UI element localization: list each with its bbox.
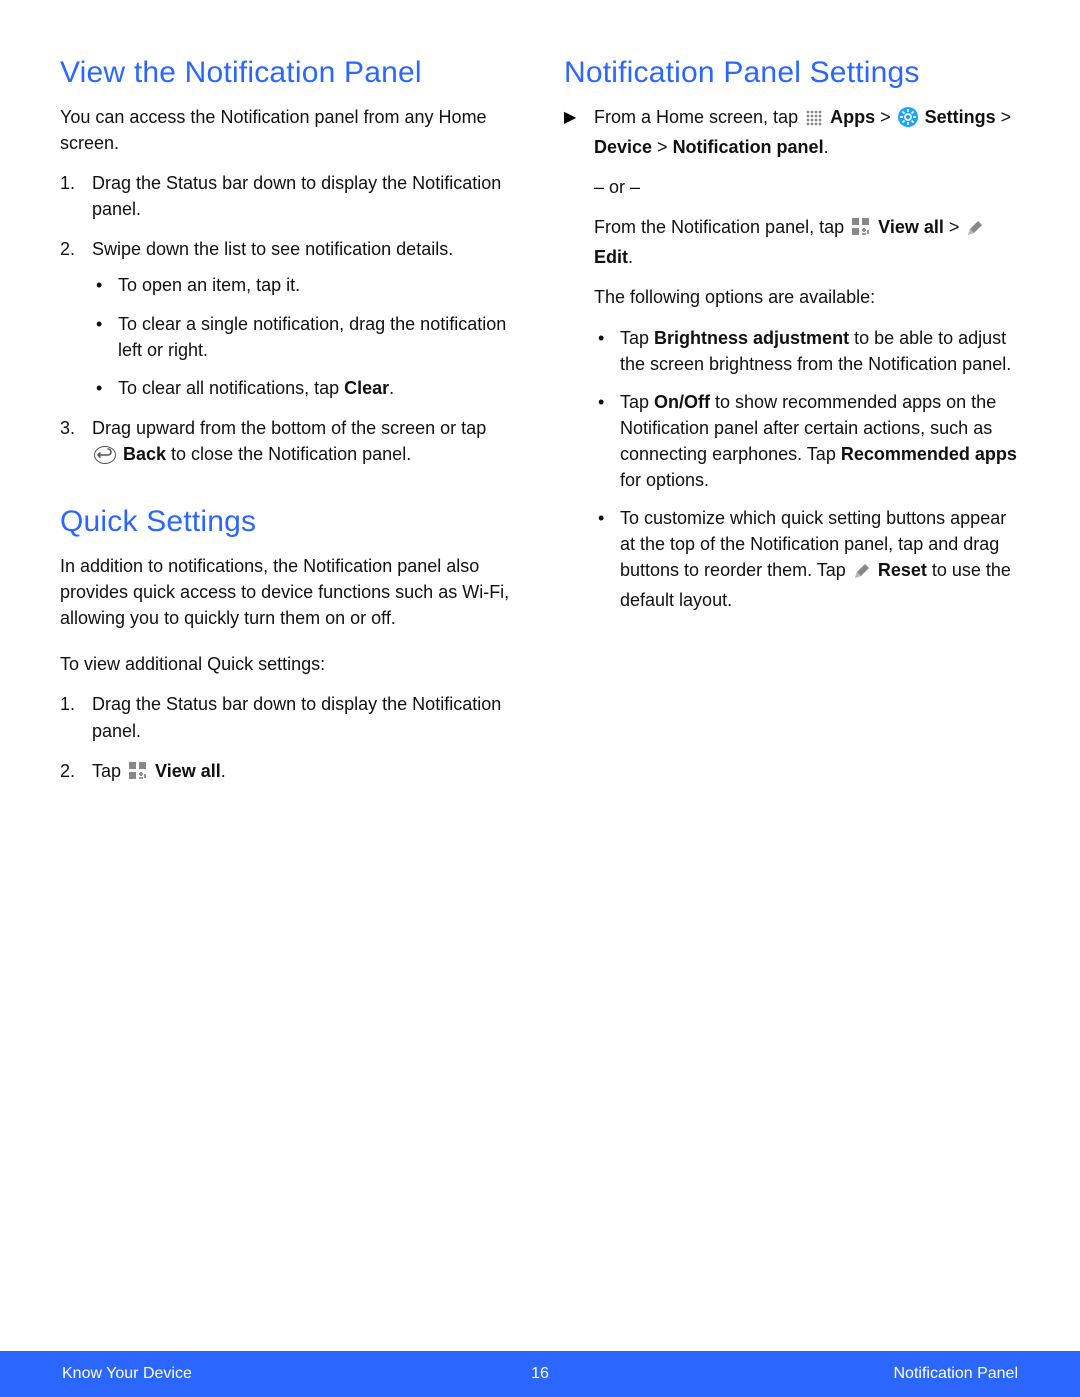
text: > [944,217,965,237]
list-item: Drag upward from the bottom of the scree… [60,415,516,471]
bold-clear: Clear [344,378,389,398]
text: From a Home screen, tap [594,107,803,127]
text: . [221,761,226,781]
text: to close the Notification panel. [166,444,411,464]
footer-right: Notification Panel [893,1365,1018,1383]
text: > [652,137,673,157]
pencil-edit-icon [853,561,871,587]
apps-grid-icon [805,108,823,134]
text: From a Home screen, tap Apps > [594,107,1011,157]
bold-reset: Reset [878,560,927,580]
text: From the Notification panel, tap [594,217,849,237]
bold-view-all: View all [878,217,944,237]
bullet-list: Tap Brightness adjustment to be able to … [594,325,1020,614]
step-item: ▶ From a Home screen, tap [564,104,1020,160]
ordered-list: Drag the Status bar down to display the … [60,170,516,471]
bold-onoff: On/Off [654,392,710,412]
list-item: To clear a single notification, drag the… [92,311,516,363]
text: > [875,107,896,127]
footer-left: Know Your Device [62,1365,192,1383]
bold-edit: Edit [594,247,628,267]
text: > [996,107,1012,127]
list-item: Tap Brightness adjustment to be able to … [594,325,1020,377]
text: . [628,247,633,267]
content-columns: View the Notification Panel You can acce… [60,52,1020,802]
paragraph: In addition to notifications, the Notifi… [60,553,516,631]
heading-notification-panel-settings: Notification Panel Settings [564,56,1020,90]
list-item: To clear all notifications, tap Clear. [92,375,516,401]
bold-device: Device [594,137,652,157]
text: . [824,137,829,157]
bold-brightness: Brightness adjustment [654,328,849,348]
back-icon [94,445,116,471]
text: Drag upward from the bottom of the scree… [92,418,486,438]
paragraph: To view additional Quick settings: [60,651,516,677]
right-column: Notification Panel Settings ▶ From a Hom… [564,52,1020,802]
text: for options. [620,470,709,490]
ordered-list: Drag the Status bar down to display the … [60,691,516,787]
view-all-icon [128,761,148,788]
view-all-icon [851,217,871,244]
list-item: Drag the Status bar down to display the … [60,691,516,743]
list-item: Tap View all. [60,758,516,788]
bold-back: Back [123,444,166,464]
or-separator: – or – [594,174,1020,200]
paragraph: You can access the Notification panel fr… [60,104,516,156]
list-item: Tap On/Off to show recommended apps on t… [594,389,1020,493]
indented-block: – or – From the Notification panel, tap … [594,174,1020,613]
text: . [389,378,394,398]
list-item: To open an item, tap it. [92,272,516,298]
bold-settings: Settings [925,107,996,127]
page-footer: Know Your Device 16 Notification Panel [0,1351,1080,1397]
heading-view-notification-panel: View the Notification Panel [60,56,516,90]
bold-notification-panel: Notification panel [673,137,824,157]
list-item: To customize which quick setting buttons… [594,505,1020,613]
paragraph: From the Notification panel, tap View al… [594,214,1020,270]
text: To clear all notifications, tap [118,378,344,398]
pencil-edit-icon [966,218,984,244]
heading-quick-settings: Quick Settings [60,505,516,539]
bold-apps: Apps [830,107,875,127]
footer-page-number: 16 [531,1365,549,1383]
bold-view-all: View all [155,761,221,781]
page: View the Notification Panel You can acce… [0,0,1080,1397]
list-item: Drag the Status bar down to display the … [60,170,516,222]
paragraph: The following options are available: [594,284,1020,310]
text: Tap [620,328,654,348]
settings-gear-icon [898,107,918,134]
text: Tap [620,392,654,412]
text: Tap [92,761,126,781]
list-item: Swipe down the list to see notification … [60,236,516,400]
text: Swipe down the list to see notification … [92,239,453,259]
left-column: View the Notification Panel You can acce… [60,52,516,802]
play-triangle-icon: ▶ [564,107,576,127]
bold-recommended-apps: Recommended apps [841,444,1017,464]
bullet-list: To open an item, tap it. To clear a sing… [92,272,516,400]
